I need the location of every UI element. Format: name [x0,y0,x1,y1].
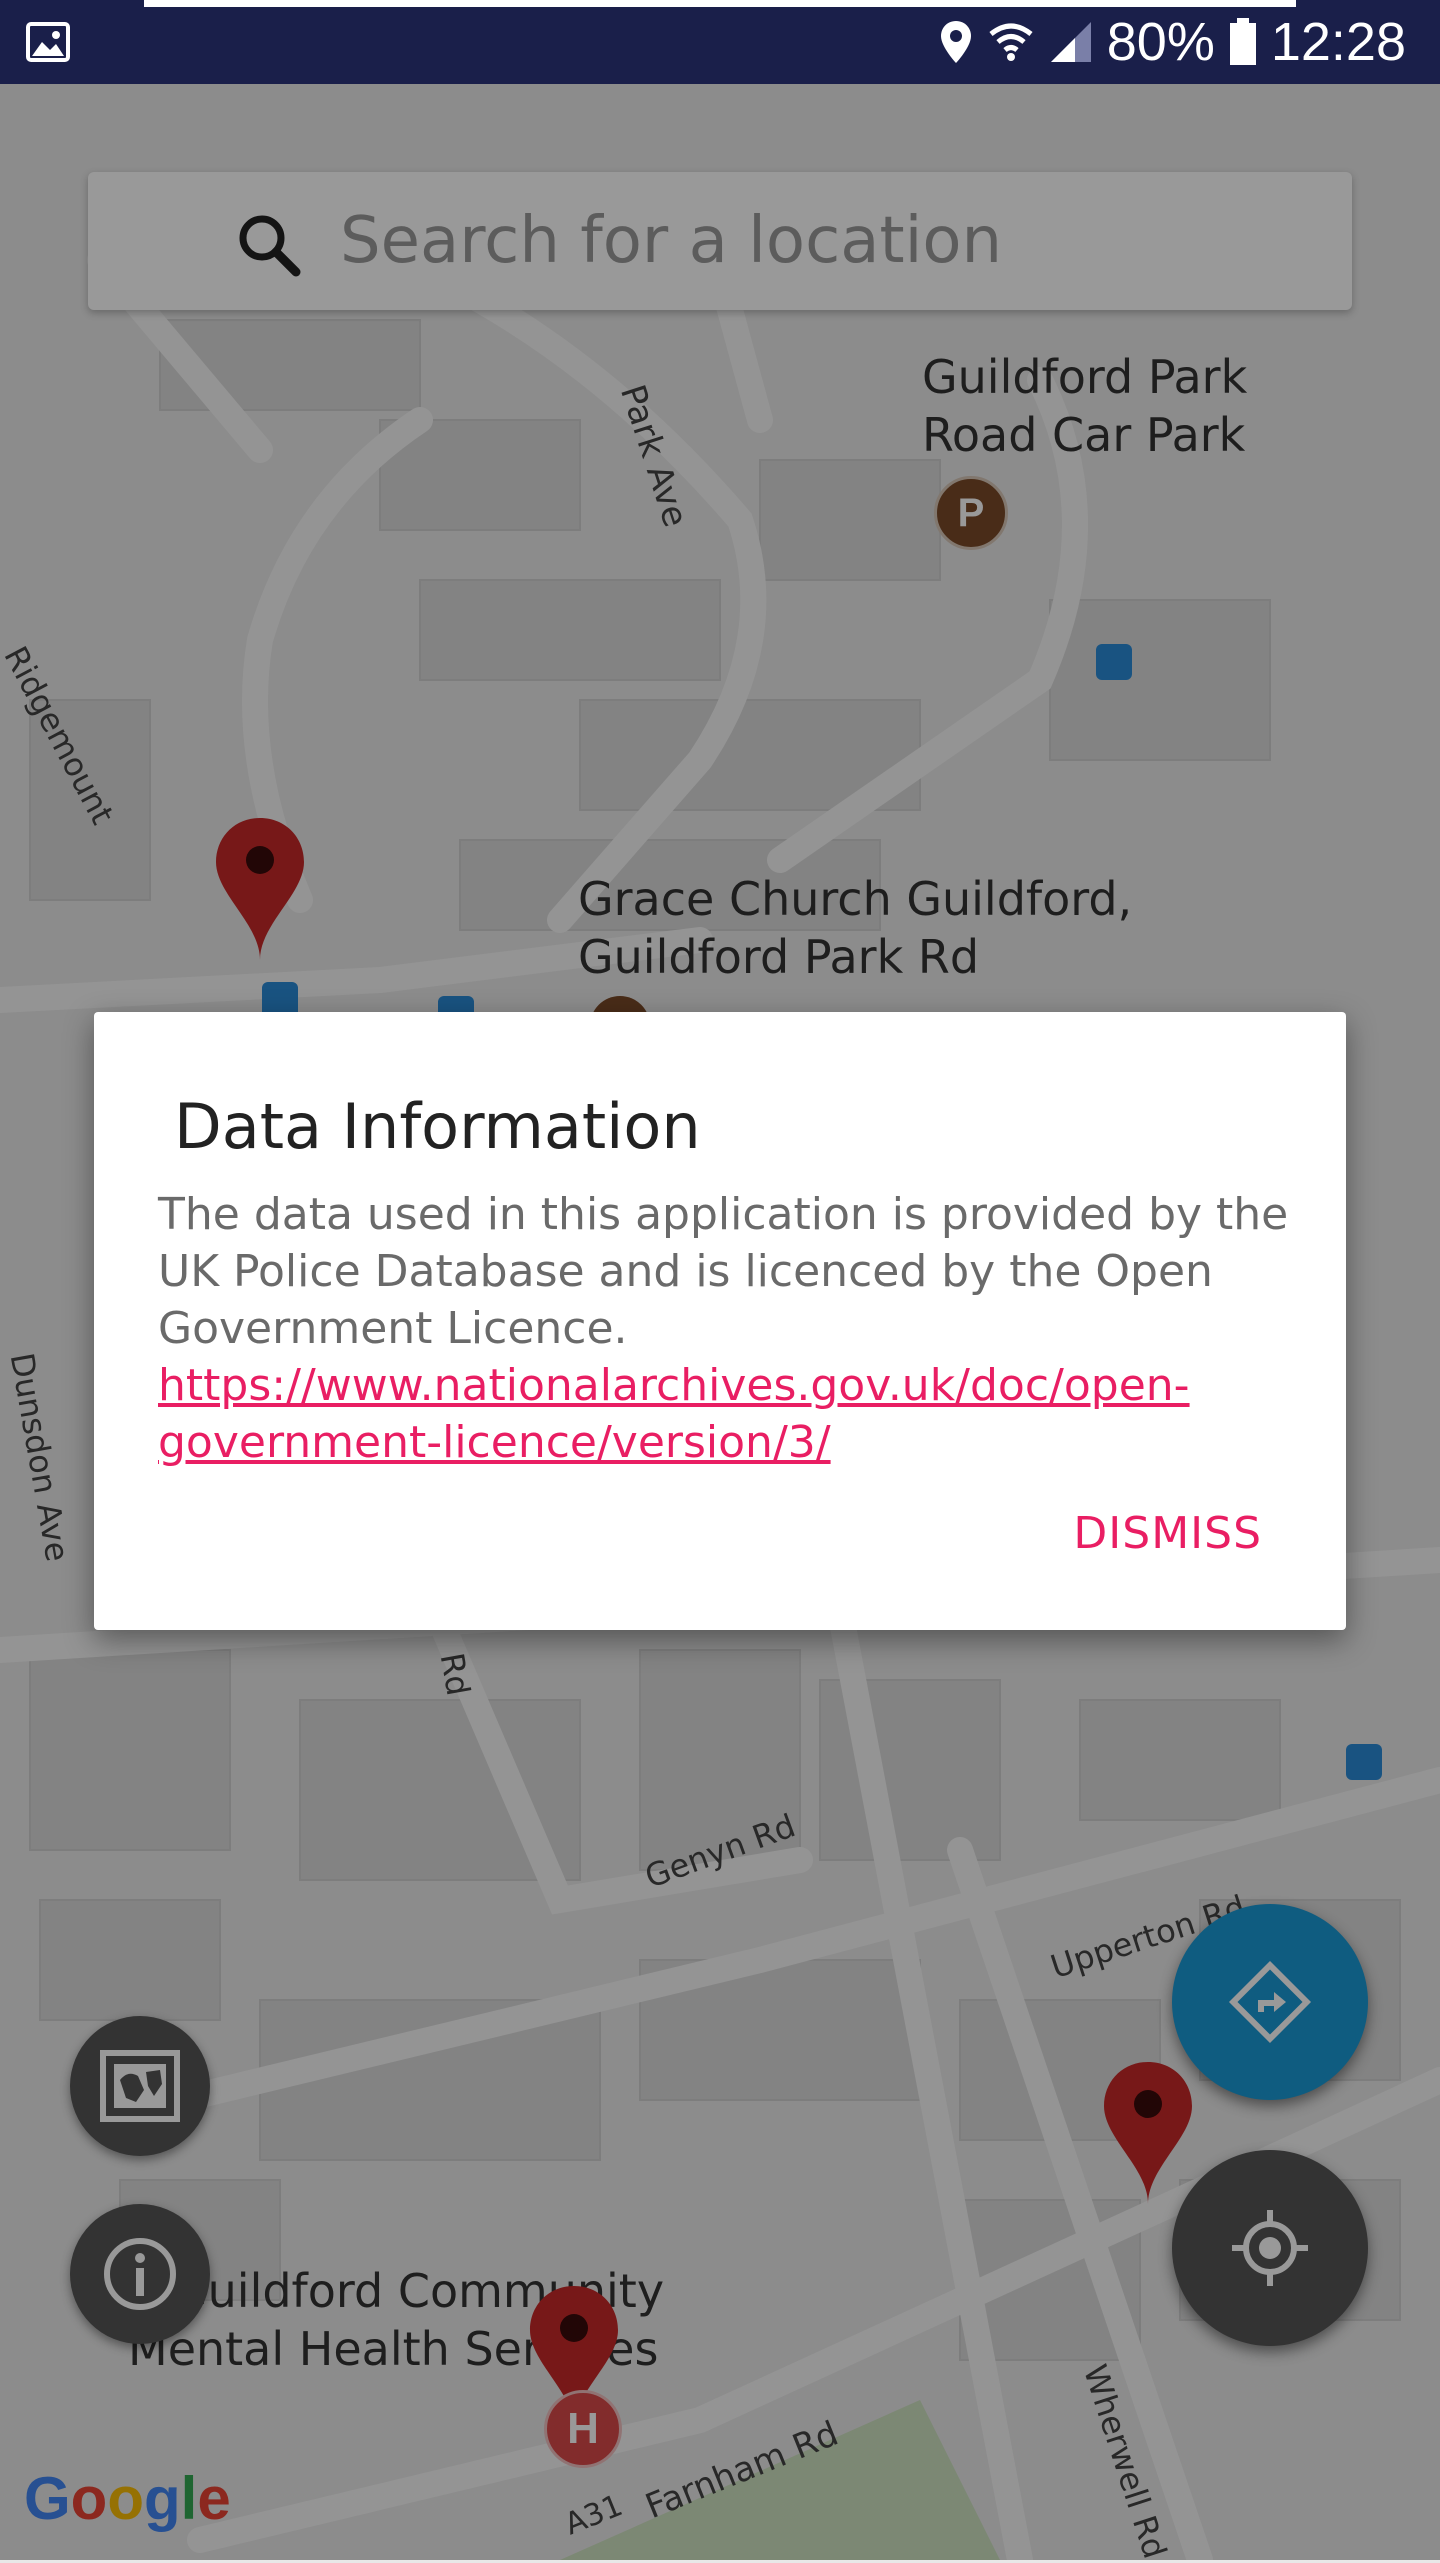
status-bar-top-line [144,0,1296,7]
signal-icon [1050,22,1091,62]
dialog-body-text: The data used in this application is pro… [158,1189,1289,1354]
dialog-title: Data Information [174,1090,701,1163]
battery-percent: 80% [1106,12,1215,72]
dialog-body: The data used in this application is pro… [158,1186,1298,1471]
battery-icon [1229,18,1256,65]
location-icon [940,21,971,63]
wifi-icon [989,23,1033,61]
image-notification-icon [26,22,70,62]
data-information-dialog: Data Information The data used in this a… [94,1012,1346,1630]
status-bar: 80% 12:28 [0,0,1440,84]
licence-link[interactable]: https://www.nationalarchives.gov.uk/doc/… [158,1360,1190,1468]
dismiss-button[interactable]: DISMISS [1073,1508,1262,1559]
clock: 12:28 [1270,12,1406,72]
